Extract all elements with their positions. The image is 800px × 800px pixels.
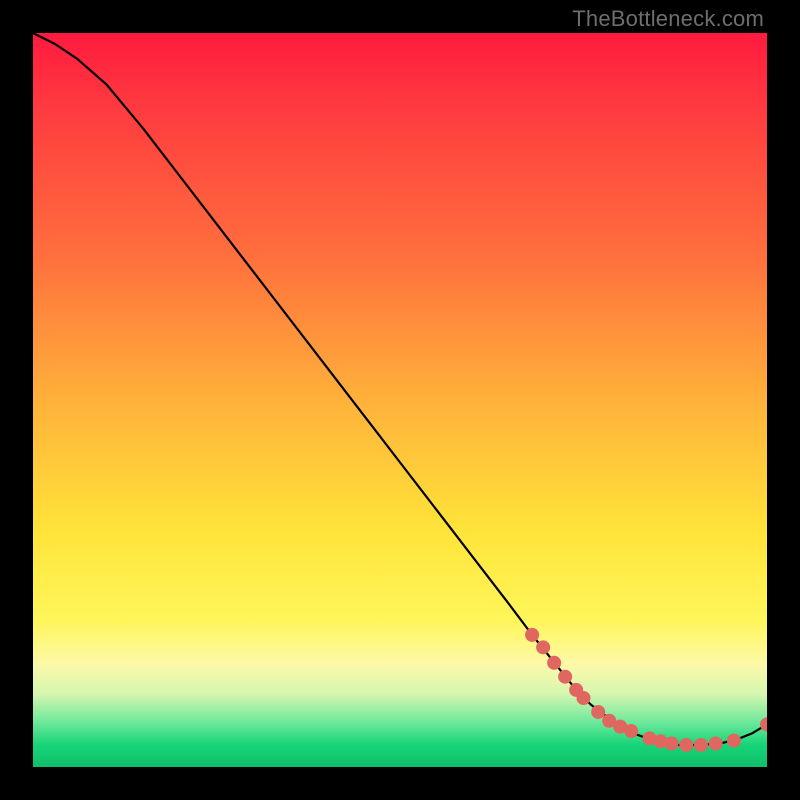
curve-marker (760, 717, 767, 731)
curve-marker (727, 734, 741, 748)
plot-area (33, 33, 767, 767)
chart-svg (33, 33, 767, 767)
curve-marker (624, 724, 638, 738)
curve-marker (679, 738, 693, 752)
watermark-text: TheBottleneck.com (572, 6, 764, 32)
curve-marker (547, 656, 561, 670)
curve-marker (558, 670, 572, 684)
curve-marker (525, 628, 539, 642)
bottleneck-curve (33, 33, 767, 745)
curve-marker (577, 691, 591, 705)
curve-marker (709, 737, 723, 751)
curve-marker (591, 705, 605, 719)
curve-marker (536, 640, 550, 654)
curve-marker (694, 738, 708, 752)
curve-markers (525, 628, 767, 752)
curve-marker (665, 737, 679, 751)
chart-stage: TheBottleneck.com (0, 0, 800, 800)
